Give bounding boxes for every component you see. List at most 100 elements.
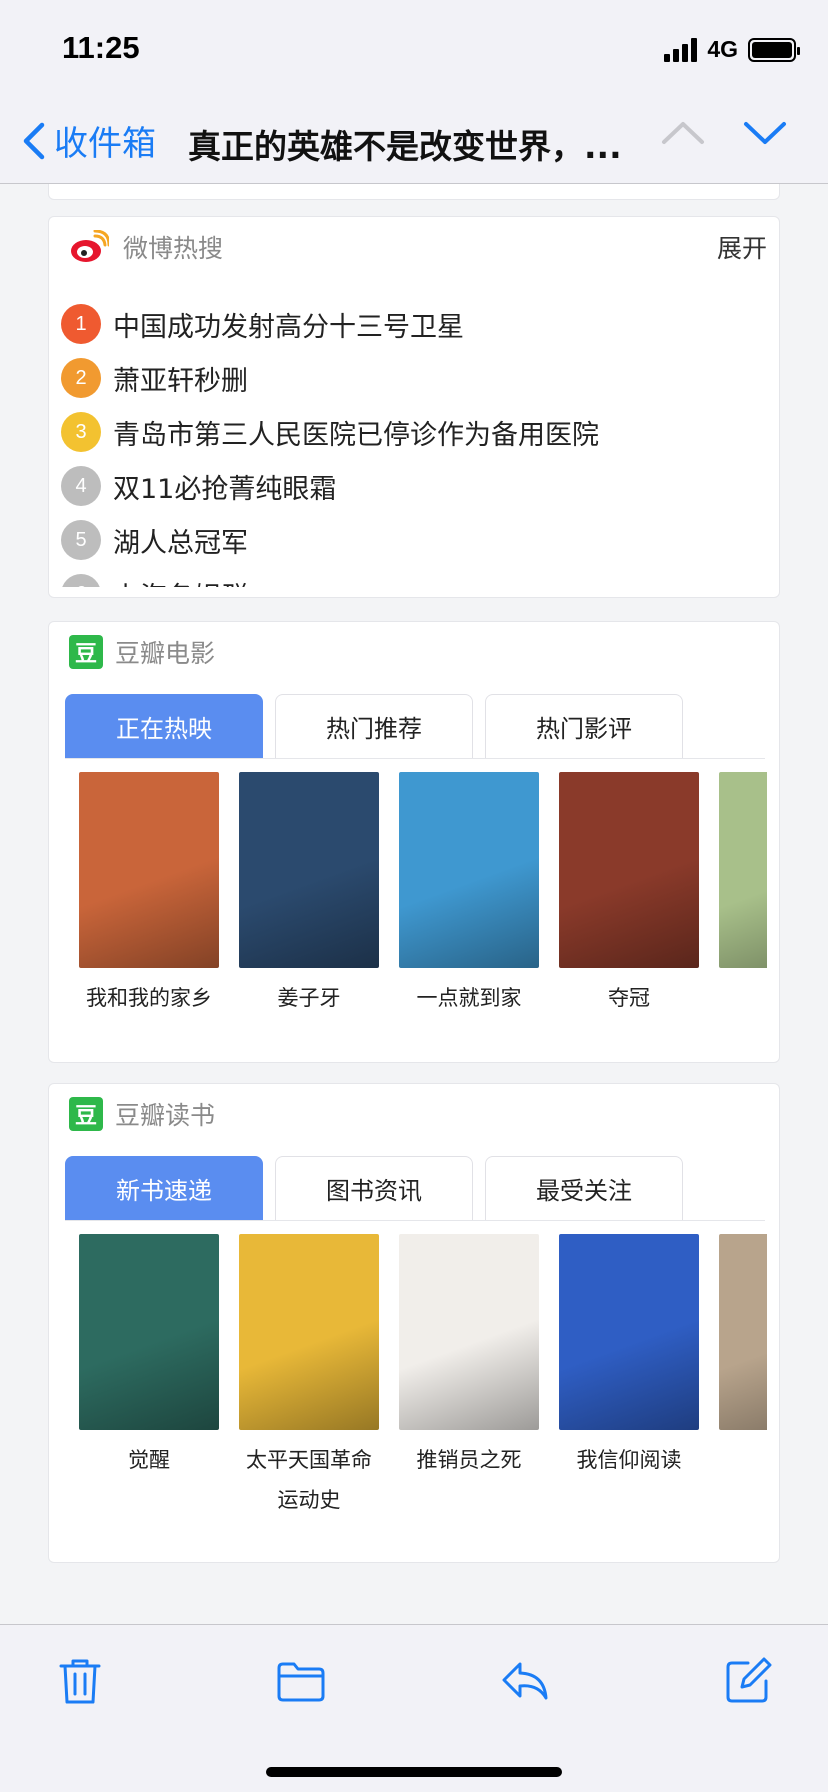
douban-book-card: 豆 豆瓣读书 新书速递 图书资讯 最受关注 觉醒 太平天国革命 运动史 推销员之死 我信仰阅… xyxy=(48,1083,780,1563)
douban-book-header: 豆 豆瓣读书 xyxy=(69,1096,215,1132)
reply-icon xyxy=(502,1662,548,1700)
book-cover-image xyxy=(79,1234,219,1430)
book-cover-image xyxy=(239,1234,379,1430)
next-message-button[interactable] xyxy=(742,118,788,152)
movie-title: 七号 xyxy=(719,978,767,1018)
trash-icon xyxy=(59,1659,101,1704)
douban-logo-icon: 豆 xyxy=(69,635,103,669)
douban-movie-header: 豆 豆瓣电影 xyxy=(69,634,215,670)
home-indicator[interactable] xyxy=(266,1767,562,1777)
weibo-logo-icon xyxy=(71,230,109,262)
expand-link[interactable]: 展开 xyxy=(717,229,767,265)
mail-nav-bar: 收件箱 真正的英雄不是改变世界，... xyxy=(0,110,828,170)
book-item[interactable]: 觉醒 xyxy=(79,1234,219,1480)
tab-movie-1[interactable]: 热门推荐 xyxy=(275,694,473,758)
douban-movie-card: 豆 豆瓣电影 正在热映热门推荐热门影评 我和我的家乡 姜子牙 一点就到家 夺冠 七号 xyxy=(48,621,780,1063)
move-to-folder-button[interactable] xyxy=(271,1651,331,1711)
movie-item[interactable]: 七号 xyxy=(719,772,767,1018)
book-tabs: 新书速递 图书资讯 最受关注 xyxy=(65,1156,683,1220)
top-bar: 11:25 4G 收件箱 真正的英雄不是改变世界，... xyxy=(0,0,828,184)
book-item[interactable]: 心指 xyxy=(719,1234,767,1480)
movie-cover-image xyxy=(79,772,219,968)
hot-search-text: 双11必抢菁纯眼霜 xyxy=(113,473,337,505)
hot-rank-badge: 5 xyxy=(61,520,101,560)
tabs-divider xyxy=(65,758,765,759)
reply-button[interactable] xyxy=(495,1651,555,1711)
movie-item[interactable]: 姜子牙 xyxy=(239,772,379,1018)
delete-button[interactable] xyxy=(50,1651,110,1711)
movie-item[interactable]: 我和我的家乡 xyxy=(79,772,219,1018)
hot-search-item[interactable]: 2 萧亚轩秒删 xyxy=(61,351,761,405)
movie-item[interactable]: 夺冠 xyxy=(559,772,699,1018)
hot-rank-badge: 6 xyxy=(61,574,101,587)
movie-cover-image xyxy=(559,772,699,968)
movie-title: 夺冠 xyxy=(608,986,650,1010)
book-cover-image xyxy=(399,1234,539,1430)
book-cover-image xyxy=(719,1234,767,1430)
movie-title: 一点就到家 xyxy=(416,986,522,1010)
network-label: 4G xyxy=(707,36,738,62)
book-item[interactable]: 太平天国革命 运动史 xyxy=(239,1234,379,1520)
folder-icon xyxy=(277,1662,325,1702)
message-body[interactable]: 微博热搜 展开 1 中国成功发射高分十三号卫星 2 萧亚轩秒删 3 青岛市第三人民医院已停… xyxy=(0,184,828,1624)
book-title: 觉醒 xyxy=(128,1448,170,1472)
hot-rank-badge: 3 xyxy=(61,412,101,452)
back-button[interactable]: 收件箱 xyxy=(22,116,156,165)
hot-search-text: 萧亚轩秒删 xyxy=(113,365,248,397)
signal-icon xyxy=(664,37,698,62)
book-item[interactable]: 我信仰阅读 xyxy=(559,1234,699,1480)
douban-movie-title: 豆瓣电影 xyxy=(115,639,216,668)
hot-search-item[interactable]: 5 湖人总冠军 xyxy=(61,513,761,567)
movie-title: 姜子牙 xyxy=(277,986,341,1010)
movie-title: 我和我的家乡 xyxy=(86,986,212,1010)
hot-search-item[interactable]: 6 上海各娱群 xyxy=(61,567,761,587)
movie-tabs: 正在热映 热门推荐 热门影评 xyxy=(65,694,683,758)
previous-message-button[interactable] xyxy=(660,118,706,152)
book-cover-image xyxy=(559,1234,699,1430)
book-item[interactable]: 推销员之死 xyxy=(399,1234,539,1480)
book-title: 推销员之死 xyxy=(416,1448,522,1472)
battery-icon xyxy=(748,37,800,62)
hot-rank-badge: 4 xyxy=(61,466,101,506)
movie-poster-list: 我和我的家乡 姜子牙 一点就到家 夺冠 七号 xyxy=(79,772,767,1062)
book-title: 心指 xyxy=(719,1440,767,1480)
book-cover-list: 觉醒 太平天国革命运动史 推销员之死 我信仰阅读 心指 xyxy=(79,1234,767,1534)
bottom-toolbar xyxy=(0,1624,828,1792)
hot-rank-badge: 1 xyxy=(61,304,101,344)
hot-search-text: 青岛市第三人民医院已停诊作为备用医院 xyxy=(113,419,599,451)
chevron-left-icon xyxy=(23,122,45,159)
hot-search-text: 湖人总冠军 xyxy=(113,527,248,559)
compose-button[interactable] xyxy=(718,1651,778,1711)
hot-search-list: 1 中国成功发射高分十三号卫星 2 萧亚轩秒删 3 青岛市第三人民医院已停诊作为备用医院 4… xyxy=(61,297,761,587)
movie-cover-image xyxy=(239,772,379,968)
weibo-hot-search-card: 微博热搜 展开 1 中国成功发射高分十三号卫星 2 萧亚轩秒删 3 青岛市第三人民医院已停… xyxy=(48,216,780,598)
chevron-down-icon xyxy=(744,122,786,144)
tab-book-0[interactable]: 新书速递 xyxy=(65,1156,263,1220)
chevron-up-icon xyxy=(662,122,704,144)
weibo-header: 微博热搜 xyxy=(69,229,223,265)
book-title: 太平天国革命 运动史 xyxy=(246,1448,372,1512)
tab-movie-0[interactable]: 正在热映 xyxy=(65,694,263,758)
compose-icon xyxy=(726,1657,772,1703)
previous-card-edge xyxy=(48,184,780,200)
status-time: 11:25 xyxy=(62,30,140,65)
douban-logo-icon: 豆 xyxy=(69,1097,103,1131)
back-label: 收件箱 xyxy=(54,124,156,164)
hot-search-text: 中国成功发射高分十三号卫星 xyxy=(113,311,464,343)
movie-cover-image xyxy=(719,772,767,968)
tab-book-2[interactable]: 最受关注 xyxy=(485,1156,683,1220)
tab-book-1[interactable]: 图书资讯 xyxy=(275,1156,473,1220)
hot-rank-badge: 2 xyxy=(61,358,101,398)
message-subject: 真正的英雄不是改变世界，... xyxy=(188,127,622,166)
hot-search-item[interactable]: 1 中国成功发射高分十三号卫星 xyxy=(61,297,761,351)
movie-cover-image xyxy=(399,772,539,968)
douban-book-title: 豆瓣读书 xyxy=(115,1101,216,1130)
weibo-title: 微博热搜 xyxy=(123,234,224,263)
movie-item[interactable]: 一点就到家 xyxy=(399,772,539,1018)
tab-movie-2[interactable]: 热门影评 xyxy=(485,694,683,758)
hot-search-item[interactable]: 3 青岛市第三人民医院已停诊作为备用医院 xyxy=(61,405,761,459)
status-indicators: 4G xyxy=(664,36,800,63)
hot-search-text: 上海各娱群 xyxy=(113,575,248,588)
hot-search-item[interactable]: 4 双11必抢菁纯眼霜 xyxy=(61,459,761,513)
tabs-divider xyxy=(65,1220,765,1221)
